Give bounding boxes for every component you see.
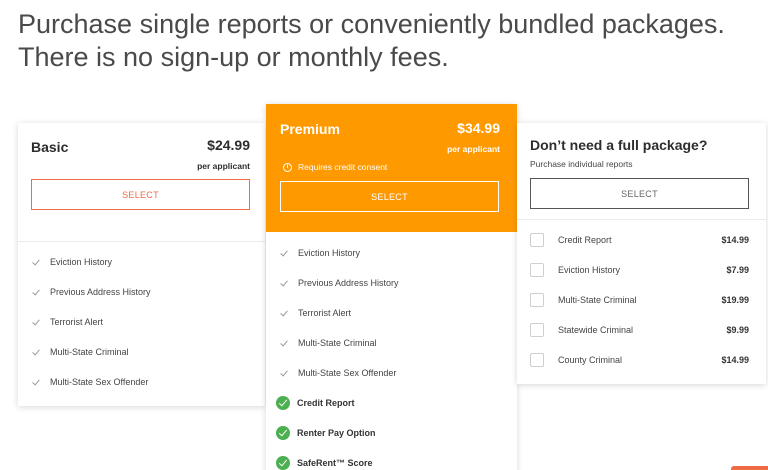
feature-label: Renter Pay Option [297,428,376,438]
premium-feature-item: Terrorist Alert [280,303,351,323]
premium-plan-title: Premium [280,121,340,137]
premium-plan-per-applicant: per applicant [447,144,500,154]
report-item: Credit Report $14.99 [530,231,749,249]
individual-select-button[interactable]: SELECT [530,178,749,209]
premium-select-button[interactable]: SELECT [280,181,499,212]
basic-feature-item: Eviction History [32,252,112,272]
check-icon [32,379,41,386]
report-checkbox[interactable] [530,263,544,277]
premium-extra-item: SafeRent™ Score [276,453,373,470]
premium-feature-item: Eviction History [280,243,360,263]
check-icon [32,289,41,296]
green-check-icon [276,396,290,410]
check-icon [280,370,289,377]
check-icon [32,259,41,266]
individual-reports-card: Don’t need a full package? Purchase indi… [517,123,766,384]
premium-feature-item: Multi-State Criminal [280,333,377,353]
feature-label: Terrorist Alert [298,308,352,318]
feature-label: Multi-State Sex Offender [298,368,397,378]
feature-label: Previous Address History [298,278,399,288]
report-name: Credit Report [558,235,612,245]
feature-label: Multi-State Criminal [298,338,377,348]
basic-plan-card: Basic $24.99 per applicant SELECT Evicti… [18,123,265,406]
floating-action-button[interactable] [731,466,768,470]
feature-label: Credit Report [297,398,355,408]
green-check-icon [276,456,290,470]
report-checkbox[interactable] [530,353,544,367]
report-checkbox[interactable] [530,233,544,247]
premium-feature-item: Previous Address History [280,273,399,293]
premium-plan-card: Premium $34.99 per applicant i Requires … [266,104,517,470]
check-icon [280,250,289,257]
feature-label: Previous Address History [50,287,151,297]
report-item: County Criminal $14.99 [530,351,749,369]
report-checkbox[interactable] [530,323,544,337]
page-headline: Purchase single reports or conveniently … [18,8,758,74]
feature-label: Eviction History [298,248,361,258]
feature-label: Multi-State Sex Offender [50,377,149,387]
individual-title: Don’t need a full package? [530,137,708,153]
divider [517,219,766,220]
premium-extra-item: Renter Pay Option [276,423,376,443]
basic-feature-item: Multi-State Sex Offender [32,372,148,392]
basic-feature-item: Previous Address History [32,282,151,302]
feature-label: SafeRent™ Score [297,458,373,468]
feature-label: Terrorist Alert [50,317,104,327]
basic-select-button[interactable]: SELECT [31,179,250,210]
report-item: Multi-State Criminal $19.99 [530,291,749,309]
report-name: County Criminal [558,355,623,365]
report-item: Eviction History $7.99 [530,261,749,279]
report-item: Statewide Criminal $9.99 [530,321,749,339]
info-icon: i [283,162,292,172]
credit-consent-note: i Requires credit consent [283,162,387,172]
check-icon [280,340,289,347]
report-price: $7.99 [726,265,749,275]
report-price: $14.99 [721,355,749,365]
feature-label: Multi-State Criminal [50,347,129,357]
report-price: $19.99 [721,295,749,305]
report-name: Statewide Criminal [558,325,634,335]
report-price: $9.99 [726,325,749,335]
individual-subtitle: Purchase individual reports [530,159,633,169]
report-price: $14.99 [721,235,749,245]
premium-plan-price: $34.99 [457,120,500,136]
check-icon [280,310,289,317]
green-check-icon [276,426,290,440]
report-checkbox[interactable] [530,293,544,307]
check-icon [32,349,41,356]
divider [18,241,265,242]
headline-line-2: There is no sign-up or monthly fees. [18,42,449,72]
basic-plan-title: Basic [31,139,69,155]
credit-consent-text: Requires credit consent [298,162,388,172]
feature-label: Eviction History [50,257,113,267]
check-icon [280,280,289,287]
basic-plan-price: $24.99 [207,137,250,153]
basic-feature-item: Multi-State Criminal [32,342,129,362]
basic-feature-item: Terrorist Alert [32,312,103,332]
report-name: Multi-State Criminal [558,295,637,305]
check-icon [32,319,41,326]
headline-line-1: Purchase single reports or conveniently … [18,9,725,39]
premium-feature-item: Multi-State Sex Offender [280,363,396,383]
premium-header: Premium $34.99 per applicant i Requires … [266,104,517,232]
report-name: Eviction History [558,265,621,275]
basic-plan-per-applicant: per applicant [197,161,250,171]
premium-extra-item: Credit Report [276,393,355,413]
